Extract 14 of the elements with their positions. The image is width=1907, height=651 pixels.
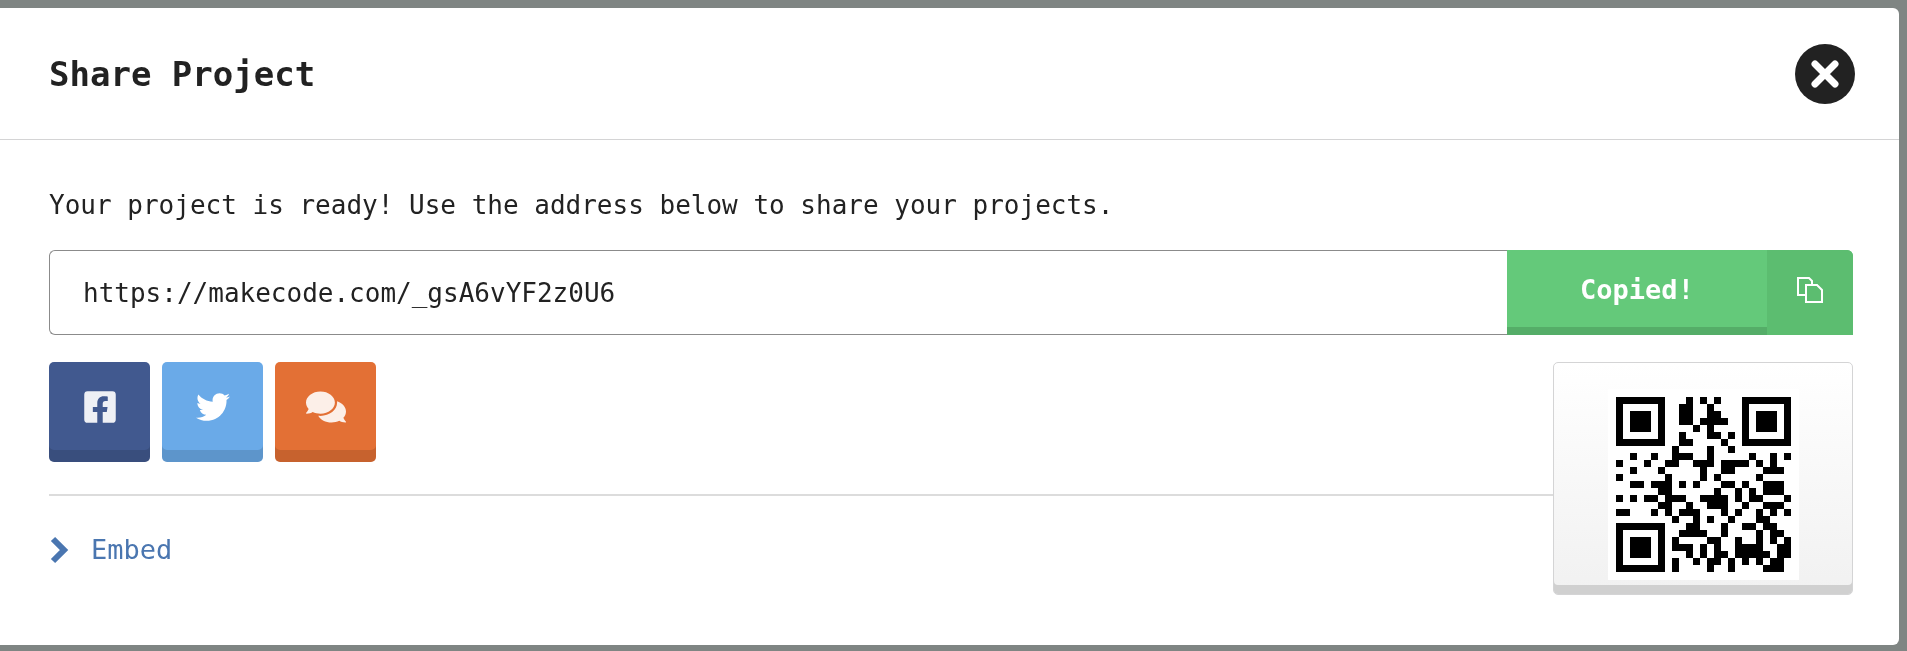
close-icon — [1795, 43, 1855, 104]
dialog-title: Share Project — [49, 53, 316, 94]
chevron-icon — [49, 535, 69, 564]
facebook-share-button[interactable] — [49, 362, 150, 462]
url-field[interactable]: https://makecode.com/_gsA6vYF2z0U6 — [49, 250, 1507, 335]
qr-code-card[interactable] — [1553, 362, 1853, 595]
twitter-share-button[interactable] — [162, 362, 263, 462]
copy-icon — [1795, 274, 1825, 305]
close-button[interactable] — [1795, 43, 1855, 104]
bird-icon — [195, 390, 230, 424]
forum-share-button[interactable] — [275, 362, 376, 462]
share-message: Your project is ready! Use the address below to share your projects. — [49, 190, 1115, 220]
embed-link[interactable]: Embed — [49, 534, 173, 565]
facebook-icon — [81, 389, 118, 425]
